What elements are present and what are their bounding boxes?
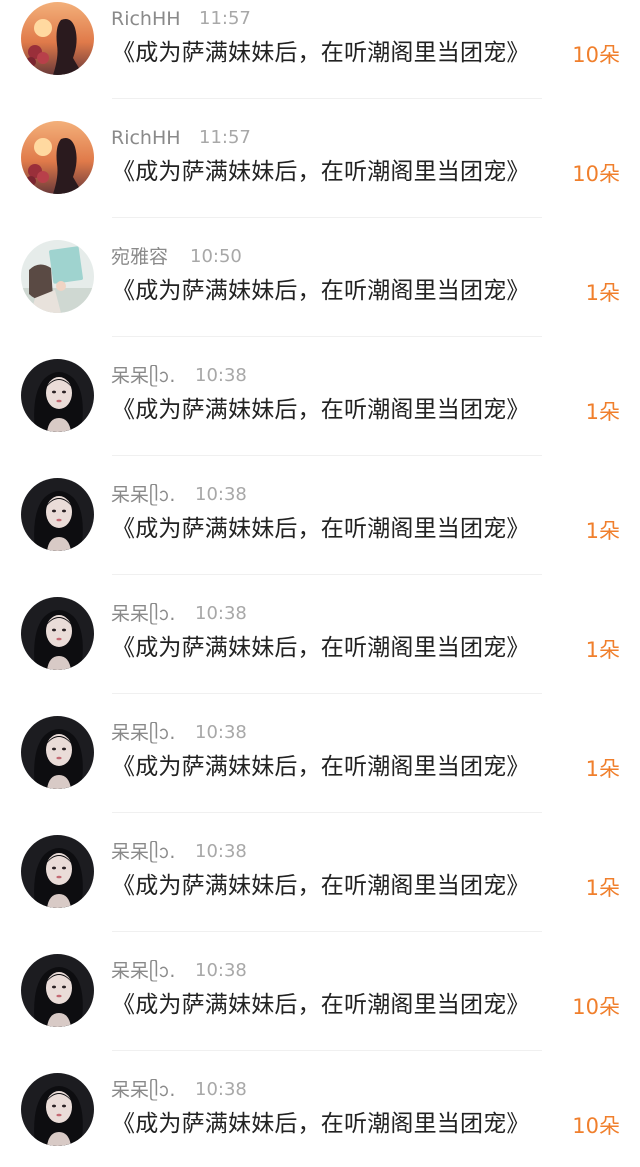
user-name[interactable]: 呆呆ᥫᩣ. xyxy=(111,1077,175,1103)
list-item[interactable]: RichHH 11:57 《成为萨满妹妹后，在听潮阁里当团宠》 10朵 xyxy=(0,119,640,238)
dark-hair-girl-avatar xyxy=(21,835,94,908)
avatar[interactable] xyxy=(21,359,94,432)
dark-hair-girl-avatar xyxy=(21,478,94,551)
divider xyxy=(112,217,542,218)
sunset-girl-avatar xyxy=(21,2,94,75)
book-title[interactable]: 《成为萨满妹妹后，在听潮阁里当团宠》 xyxy=(112,1107,530,1141)
book-title[interactable]: 《成为萨满妹妹后，在听潮阁里当团宠》 xyxy=(112,274,530,308)
dark-hair-girl-avatar xyxy=(21,359,94,432)
timestamp: 10:38 xyxy=(195,365,247,386)
list-item[interactable]: 呆呆ᥫᩣ. 10:38 《成为萨满妹妹后，在听潮阁里当团宠》 1朵 xyxy=(0,833,640,952)
divider xyxy=(112,455,542,456)
user-name[interactable]: 呆呆ᥫᩣ. xyxy=(111,839,175,865)
user-name[interactable]: RichHH xyxy=(111,6,181,32)
user-name[interactable]: 呆呆ᥫᩣ. xyxy=(111,482,175,508)
avatar[interactable] xyxy=(21,835,94,908)
book-title[interactable]: 《成为萨满妹妹后，在听潮阁里当团宠》 xyxy=(112,750,530,784)
divider xyxy=(112,574,542,575)
divider xyxy=(112,812,542,813)
timestamp: 10:38 xyxy=(195,603,247,624)
timestamp: 10:38 xyxy=(195,722,247,743)
list-item[interactable]: 呆呆ᥫᩣ. 10:38 《成为萨满妹妹后，在听潮阁里当团宠》 1朵 xyxy=(0,357,640,476)
list-item[interactable]: 呆呆ᥫᩣ. 10:38 《成为萨满妹妹后，在听潮阁里当团宠》 10朵 xyxy=(0,952,640,1071)
avatar[interactable] xyxy=(21,597,94,670)
gift-count: 10朵 xyxy=(572,1114,620,1138)
timestamp: 11:57 xyxy=(199,127,251,148)
avatar[interactable] xyxy=(21,240,94,313)
dark-hair-girl-avatar xyxy=(21,954,94,1027)
gift-record-list: RichHH 11:57 《成为萨满妹妹后，在听潮阁里当团宠》 10朵 Rich… xyxy=(0,0,640,1167)
book-reader-avatar xyxy=(21,240,94,313)
sunset-girl-avatar xyxy=(21,121,94,194)
user-name[interactable]: 呆呆ᥫᩣ. xyxy=(111,958,175,984)
user-name[interactable]: 呆呆ᥫᩣ. xyxy=(111,720,175,746)
book-title[interactable]: 《成为萨满妹妹后，在听潮阁里当团宠》 xyxy=(112,393,530,427)
divider xyxy=(112,336,542,337)
divider xyxy=(112,693,542,694)
list-item[interactable]: 呆呆ᥫᩣ. 10:38 《成为萨满妹妹后，在听潮阁里当团宠》 1朵 xyxy=(0,476,640,595)
gift-count: 1朵 xyxy=(585,876,620,900)
book-title[interactable]: 《成为萨满妹妹后，在听潮阁里当团宠》 xyxy=(112,512,530,546)
gift-count: 10朵 xyxy=(572,995,620,1019)
avatar[interactable] xyxy=(21,954,94,1027)
book-title[interactable]: 《成为萨满妹妹后，在听潮阁里当团宠》 xyxy=(112,155,530,189)
gift-count: 1朵 xyxy=(585,519,620,543)
list-item[interactable]: 宛雅容 10:50 《成为萨满妹妹后，在听潮阁里当团宠》 1朵 xyxy=(0,238,640,357)
timestamp: 10:50 xyxy=(190,246,242,267)
user-name[interactable]: 宛雅容 xyxy=(111,244,168,270)
divider xyxy=(112,931,542,932)
list-item[interactable]: RichHH 11:57 《成为萨满妹妹后，在听潮阁里当团宠》 10朵 xyxy=(0,0,640,119)
book-title[interactable]: 《成为萨满妹妹后，在听潮阁里当团宠》 xyxy=(112,869,530,903)
timestamp: 10:38 xyxy=(195,1079,247,1100)
dark-hair-girl-avatar xyxy=(21,1073,94,1146)
timestamp: 10:38 xyxy=(195,484,247,505)
book-title[interactable]: 《成为萨满妹妹后，在听潮阁里当团宠》 xyxy=(112,631,530,665)
book-title[interactable]: 《成为萨满妹妹后，在听潮阁里当团宠》 xyxy=(112,988,530,1022)
avatar[interactable] xyxy=(21,2,94,75)
user-name[interactable]: RichHH xyxy=(111,125,181,151)
list-item[interactable]: 呆呆ᥫᩣ. 10:38 《成为萨满妹妹后，在听潮阁里当团宠》 1朵 xyxy=(0,595,640,714)
user-name[interactable]: 呆呆ᥫᩣ. xyxy=(111,363,175,389)
user-name[interactable]: 呆呆ᥫᩣ. xyxy=(111,601,175,627)
avatar[interactable] xyxy=(21,478,94,551)
divider xyxy=(112,98,542,99)
gift-count: 10朵 xyxy=(572,162,620,186)
list-item[interactable]: 呆呆ᥫᩣ. 10:38 《成为萨满妹妹后，在听潮阁里当团宠》 10朵 xyxy=(0,1071,640,1167)
avatar[interactable] xyxy=(21,121,94,194)
dark-hair-girl-avatar xyxy=(21,716,94,789)
gift-count: 1朵 xyxy=(585,638,620,662)
book-title[interactable]: 《成为萨满妹妹后，在听潮阁里当团宠》 xyxy=(112,36,530,70)
timestamp: 10:38 xyxy=(195,960,247,981)
gift-count: 1朵 xyxy=(585,757,620,781)
timestamp: 10:38 xyxy=(195,841,247,862)
avatar[interactable] xyxy=(21,1073,94,1146)
dark-hair-girl-avatar xyxy=(21,597,94,670)
gift-count: 1朵 xyxy=(585,281,620,305)
timestamp: 11:57 xyxy=(199,8,251,29)
gift-count: 10朵 xyxy=(572,43,620,67)
avatar[interactable] xyxy=(21,716,94,789)
gift-count: 1朵 xyxy=(585,400,620,424)
list-item[interactable]: 呆呆ᥫᩣ. 10:38 《成为萨满妹妹后，在听潮阁里当团宠》 1朵 xyxy=(0,714,640,833)
divider xyxy=(112,1050,542,1051)
